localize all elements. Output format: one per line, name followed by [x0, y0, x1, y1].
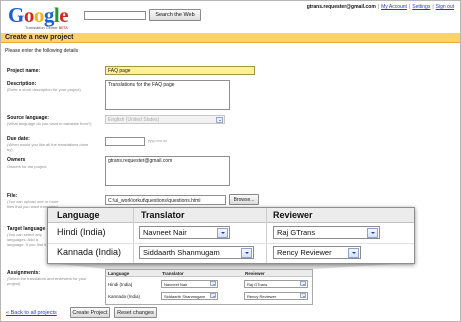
description-hint: (Enter a short description for your proj…	[7, 87, 81, 92]
source-language-hint: (What language do you want to translate …	[7, 121, 92, 126]
zoom-column-header-language: Language	[57, 210, 100, 220]
project-name-input[interactable]: FAQ page	[105, 66, 255, 75]
table-row: Kannada (India) Siddaarth Shanmugam Renc…	[106, 291, 312, 302]
user-email: gtrans.requester@gmail.com	[306, 4, 376, 10]
zoom-column-header-reviewer: Reviewer	[273, 210, 313, 220]
reviewer-select[interactable]: Rency Reviewer	[244, 292, 308, 300]
zoom-table-header: Language Translator Reviewer	[48, 208, 414, 223]
my-account-link[interactable]: My Account	[381, 4, 407, 10]
reset-changes-button[interactable]: Reset changes	[114, 307, 157, 318]
translator-select[interactable]: Siddaarth Shanmugam	[161, 292, 218, 300]
user-links: gtrans.requester@gmail.com | My Account | Se…	[306, 4, 454, 10]
description-textarea[interactable]: Translations for the FAQ page	[105, 80, 230, 110]
source-language-select[interactable]: English (United States)	[105, 115, 225, 124]
chevron-down-icon	[216, 117, 223, 123]
assignments-table-header: Language Translator Reviewer	[106, 270, 312, 277]
search-input[interactable]	[84, 11, 146, 20]
owners-label: Owners	[7, 157, 26, 163]
chevron-down-icon	[241, 247, 252, 258]
page-title: Create a new project	[5, 34, 74, 41]
row-language: Kannada (India)	[108, 294, 141, 299]
zoom-table-row: Hindi (India) Navneet Nair Raj GTrans	[48, 224, 414, 243]
row-language: Hindi (India)	[108, 282, 133, 287]
file-path-input[interactable]: C:\ui_work\orkut\questions\questions.htm…	[105, 195, 226, 205]
translator-select[interactable]: Navneet Nair	[161, 280, 218, 288]
logo-wordmark: Google	[8, 3, 69, 27]
chevron-down-icon	[300, 281, 306, 286]
due-date-input[interactable]	[105, 137, 145, 146]
logo-subtitle: Translation CenterBETA	[25, 25, 68, 30]
zoom-row-language: Kannada (India)	[57, 247, 122, 257]
settings-link[interactable]: Settings	[412, 4, 430, 10]
assignments-hint: (Select the translators and reviewers fo…	[7, 276, 87, 286]
browse-button[interactable]: Browse...	[229, 194, 259, 205]
owners-textarea[interactable]: gtrans.requester@gmail.com	[105, 156, 230, 186]
due-date-format: yyyy-mm-dd	[148, 139, 168, 143]
zoom-row-language: Hindi (India)	[57, 227, 106, 237]
intro-text: Please enter the following details	[5, 48, 79, 54]
zoom-reviewer-select[interactable]: Rency Reviewer	[273, 246, 361, 259]
chevron-down-icon	[367, 227, 378, 238]
assignments-zoom-callout: Language Translator Reviewer Hindi (Indi…	[47, 207, 415, 264]
column-header-language: Language	[108, 271, 130, 276]
chevron-down-icon	[217, 227, 228, 238]
browser-page: Google Translation CenterBETA Search the…	[0, 0, 461, 322]
chevron-down-icon	[348, 247, 359, 258]
zoom-column-header-translator: Translator	[141, 210, 185, 220]
source-language-value: English (United States)	[108, 117, 160, 123]
zoom-reviewer-select[interactable]: Raj GTrans	[273, 226, 380, 239]
target-language-hint: (You can select any languages. Add a lan…	[7, 232, 47, 248]
chevron-down-icon	[210, 281, 216, 286]
page-title-bar: Create a new project	[1, 33, 460, 43]
reviewer-select[interactable]: Raj GTrans	[244, 280, 308, 288]
project-name-label: Project name:	[7, 68, 41, 74]
zoom-translator-select[interactable]: Navneet Nair	[139, 226, 230, 239]
column-header-reviewer: Reviewer	[245, 271, 265, 276]
zoom-table-row: Kannada (India) Siddaarth Shanmugam Renc…	[48, 243, 414, 262]
zoom-translator-select[interactable]: Siddaarth Shanmugam	[139, 246, 254, 259]
create-project-button[interactable]: Create Project	[70, 307, 110, 318]
back-to-all-projects-link[interactable]: « Back to all projects	[6, 310, 57, 316]
sign-out-link[interactable]: Sign out	[436, 4, 454, 10]
due-date-hint: (When would you like all the translation…	[7, 142, 89, 152]
table-row: Hindi (India) Navneet Nair Raj GTrans	[106, 279, 312, 290]
chevron-down-icon	[210, 293, 216, 298]
search-the-web-button[interactable]: Search the Web	[149, 9, 201, 21]
owners-hint: Owners for the project.	[7, 164, 48, 169]
column-header-translator: Translator	[162, 271, 184, 276]
assignments-table: Language Translator Reviewer Hindi (Indi…	[105, 269, 313, 305]
chevron-down-icon	[300, 293, 306, 298]
google-logo[interactable]: Google Translation CenterBETA	[8, 5, 70, 31]
